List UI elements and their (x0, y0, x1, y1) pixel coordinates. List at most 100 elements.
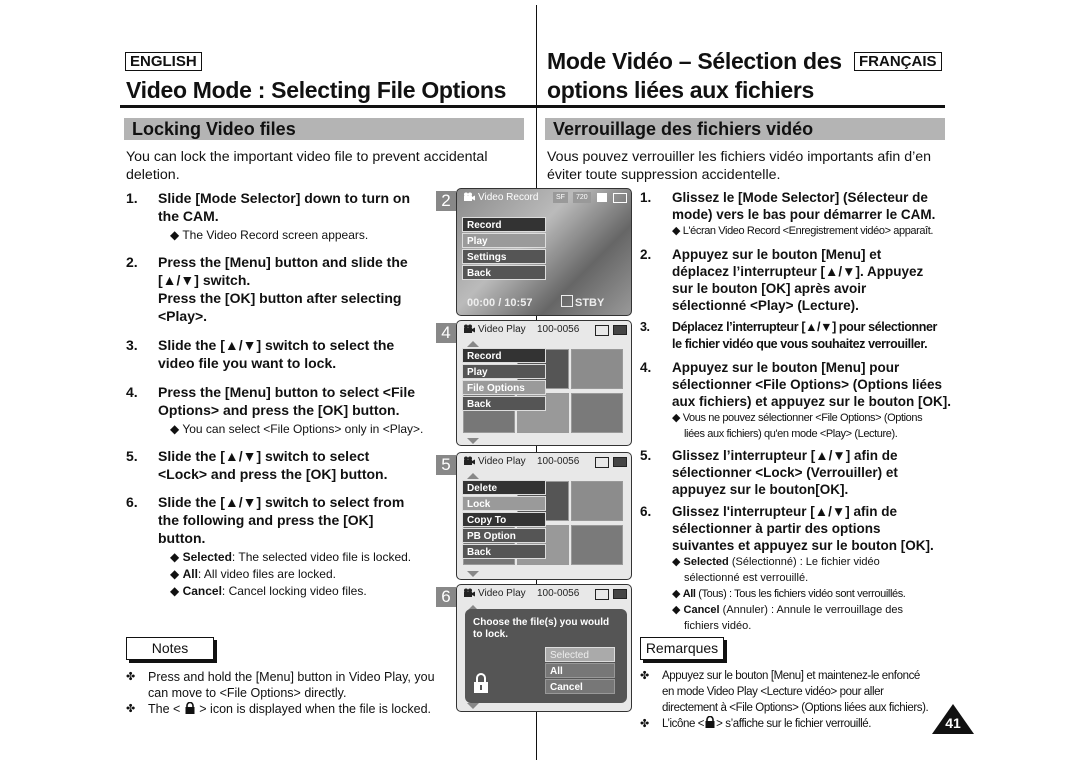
option-term: All (682, 588, 696, 600)
note-line: directement à <File Options> (Options li… (662, 702, 929, 714)
lock-icon (474, 673, 488, 693)
note-text: > s’affiche sur le fichier verrouillé. (716, 718, 872, 730)
scroll-up-icon[interactable] (467, 473, 479, 479)
scroll-up-icon[interactable] (467, 341, 479, 347)
menu-item-record[interactable]: Record (462, 217, 546, 232)
bullet-icon: ✤ (640, 718, 649, 730)
step-subnote: ◆ The Video Record screen appears. (170, 228, 369, 242)
step-number: 6. (640, 504, 652, 519)
menu-item-lock[interactable]: Lock (462, 496, 546, 511)
thumbnail[interactable] (571, 525, 623, 565)
file-number: 100-0056 (537, 324, 580, 335)
scroll-down-icon[interactable] (467, 703, 479, 709)
step-line: déplacez l’interrupteur [▲/▼]. Appuyez (672, 264, 924, 279)
option-desc-cont: fichiers vidéo. (684, 620, 752, 632)
lock-options: Selected All Cancel (545, 647, 615, 695)
battery-icon (613, 193, 627, 203)
menu-item-back[interactable]: Back (462, 396, 546, 411)
menu-item-back[interactable]: Back (462, 265, 546, 280)
option-cancel-desc: ◆ Cancel: Cancel locking video files. (170, 584, 367, 598)
menu-item-back[interactable]: Back (462, 544, 546, 559)
step-number: 1. (126, 190, 138, 206)
step-line: <Lock> and press the [OK] button. (158, 466, 388, 482)
section-heading-french: Verrouillage des fichiers vidéo (545, 118, 945, 140)
intro-line: deletion. (126, 167, 180, 183)
menu-item-record[interactable]: Record (462, 348, 546, 363)
thumbnail[interactable] (571, 481, 623, 521)
language-tag-french: FRANÇAIS (854, 52, 942, 71)
screen-step-badge: 2 (436, 191, 456, 211)
option-desc: (Tous) : Tous les fichiers vidéo sont ve… (695, 588, 906, 600)
option-selected[interactable]: Selected (545, 647, 615, 662)
screen-header: Video Play 100-0056 (457, 453, 631, 471)
option-desc: (Sélectionné) : Le fichier vidéo (728, 556, 880, 568)
video-camera-icon (464, 192, 475, 201)
screen-header: Video Play 100-0056 (457, 585, 631, 603)
option-cancel[interactable]: Cancel (545, 679, 615, 694)
step-number: 2. (640, 247, 652, 262)
step-number: 5. (126, 448, 138, 464)
menu-item-play[interactable]: Play (462, 233, 546, 248)
screen-header: Video Record SF 720 (457, 189, 631, 207)
record-timer: 00:00 / 10:57 (467, 297, 533, 309)
lock-icon (185, 702, 195, 714)
step-line: Options> and press the [OK] button. (158, 402, 400, 418)
title-rule (120, 105, 536, 108)
step-line: Appuyez sur le bouton [Menu] et (672, 247, 882, 262)
remarques-label: Remarques (640, 637, 724, 660)
step-line: aux fichiers) et appuyez sur le bouton [… (672, 394, 952, 409)
screen-menu: Delete Lock Copy To PB Option Back (462, 480, 546, 560)
step-line: mode) vers le bas pour démarrer le CAM. (672, 207, 936, 222)
step-number: 5. (640, 448, 652, 463)
option-term: Cancel (182, 584, 222, 598)
option-all[interactable]: All (545, 663, 615, 678)
battery-icon (613, 589, 627, 599)
step-line: Slide [Mode Selector] down to turn on (158, 190, 410, 206)
option-all-desc: ◆ All: All video files are locked. (170, 567, 336, 581)
fr-option-cancel: ◆ Cancel (Annuler) : Annule le verrouill… (672, 604, 904, 616)
step-line: Slide the [▲/▼] switch to select the (158, 337, 395, 353)
step-number: 3. (640, 320, 650, 334)
scroll-down-icon[interactable] (467, 438, 479, 444)
intro-line: You can lock the important video file to… (126, 149, 488, 165)
notes-label: Notes (126, 637, 214, 660)
step-number: 1. (640, 190, 652, 205)
dialog-message: Choose the file(s) you would to lock. (473, 617, 609, 641)
dialog-line: to lock. (473, 629, 509, 640)
thumbnail[interactable] (571, 349, 623, 389)
menu-item-file-options[interactable]: File Options (462, 380, 546, 395)
thumbnail[interactable] (571, 393, 623, 433)
step-line: Déplacez l’interrupteur [▲/▼] pour sélec… (672, 320, 938, 334)
video-camera-icon (464, 456, 475, 465)
option-desc: : The selected video file is locked. (231, 550, 412, 564)
option-desc-cont: sélectionné est verrouillé. (684, 572, 809, 584)
bullet-icon: ✤ (126, 703, 136, 715)
step-line: video file you want to lock. (158, 355, 337, 371)
step-line: Slide the [▲/▼] switch to select (158, 448, 370, 464)
screen-mode-label: Video Play (478, 324, 526, 335)
step-line: sélectionner <Lock> (Verrouiller) et (672, 465, 898, 480)
step-line: suivantes et appuyez sur le bouton [OK]. (672, 538, 934, 553)
option-desc: : Cancel locking video files. (221, 584, 367, 598)
battery-icon (613, 325, 627, 335)
step-line: sélectionné <Play> (Lecture). (672, 298, 859, 313)
note-text: L’icône < (662, 718, 705, 730)
note-text: > icon is displayed when the file is loc… (199, 702, 432, 716)
menu-item-pb-option[interactable]: PB Option (462, 528, 546, 543)
step-line: Press the [Menu] button to select <File (158, 384, 416, 400)
fr-option-all: ◆ All (Tous) : Tous les fichiers vidéo s… (672, 588, 906, 600)
language-tag-english: ENGLISH (125, 52, 202, 71)
menu-item-copy-to[interactable]: Copy To (462, 512, 546, 527)
lock-icon (705, 716, 715, 728)
menu-item-play[interactable]: Play (462, 364, 546, 379)
step-line: sélectionner à partir des options (672, 521, 881, 536)
step-line: le fichier vidéo que vous souhaitez verr… (672, 337, 928, 351)
scroll-down-icon[interactable] (467, 571, 479, 577)
note-line: can move to <File Options> directly. (148, 686, 347, 700)
section-heading-english: Locking Video files (124, 118, 524, 140)
intro-english: You can lock the important video file to… (126, 148, 487, 184)
menu-item-settings[interactable]: Settings (462, 249, 546, 264)
menu-item-delete[interactable]: Delete (462, 480, 546, 495)
fr-option-selected: ◆ Selected (Sélectionné) : Le fichier vi… (672, 556, 880, 568)
option-desc: : All video files are locked. (197, 567, 336, 581)
